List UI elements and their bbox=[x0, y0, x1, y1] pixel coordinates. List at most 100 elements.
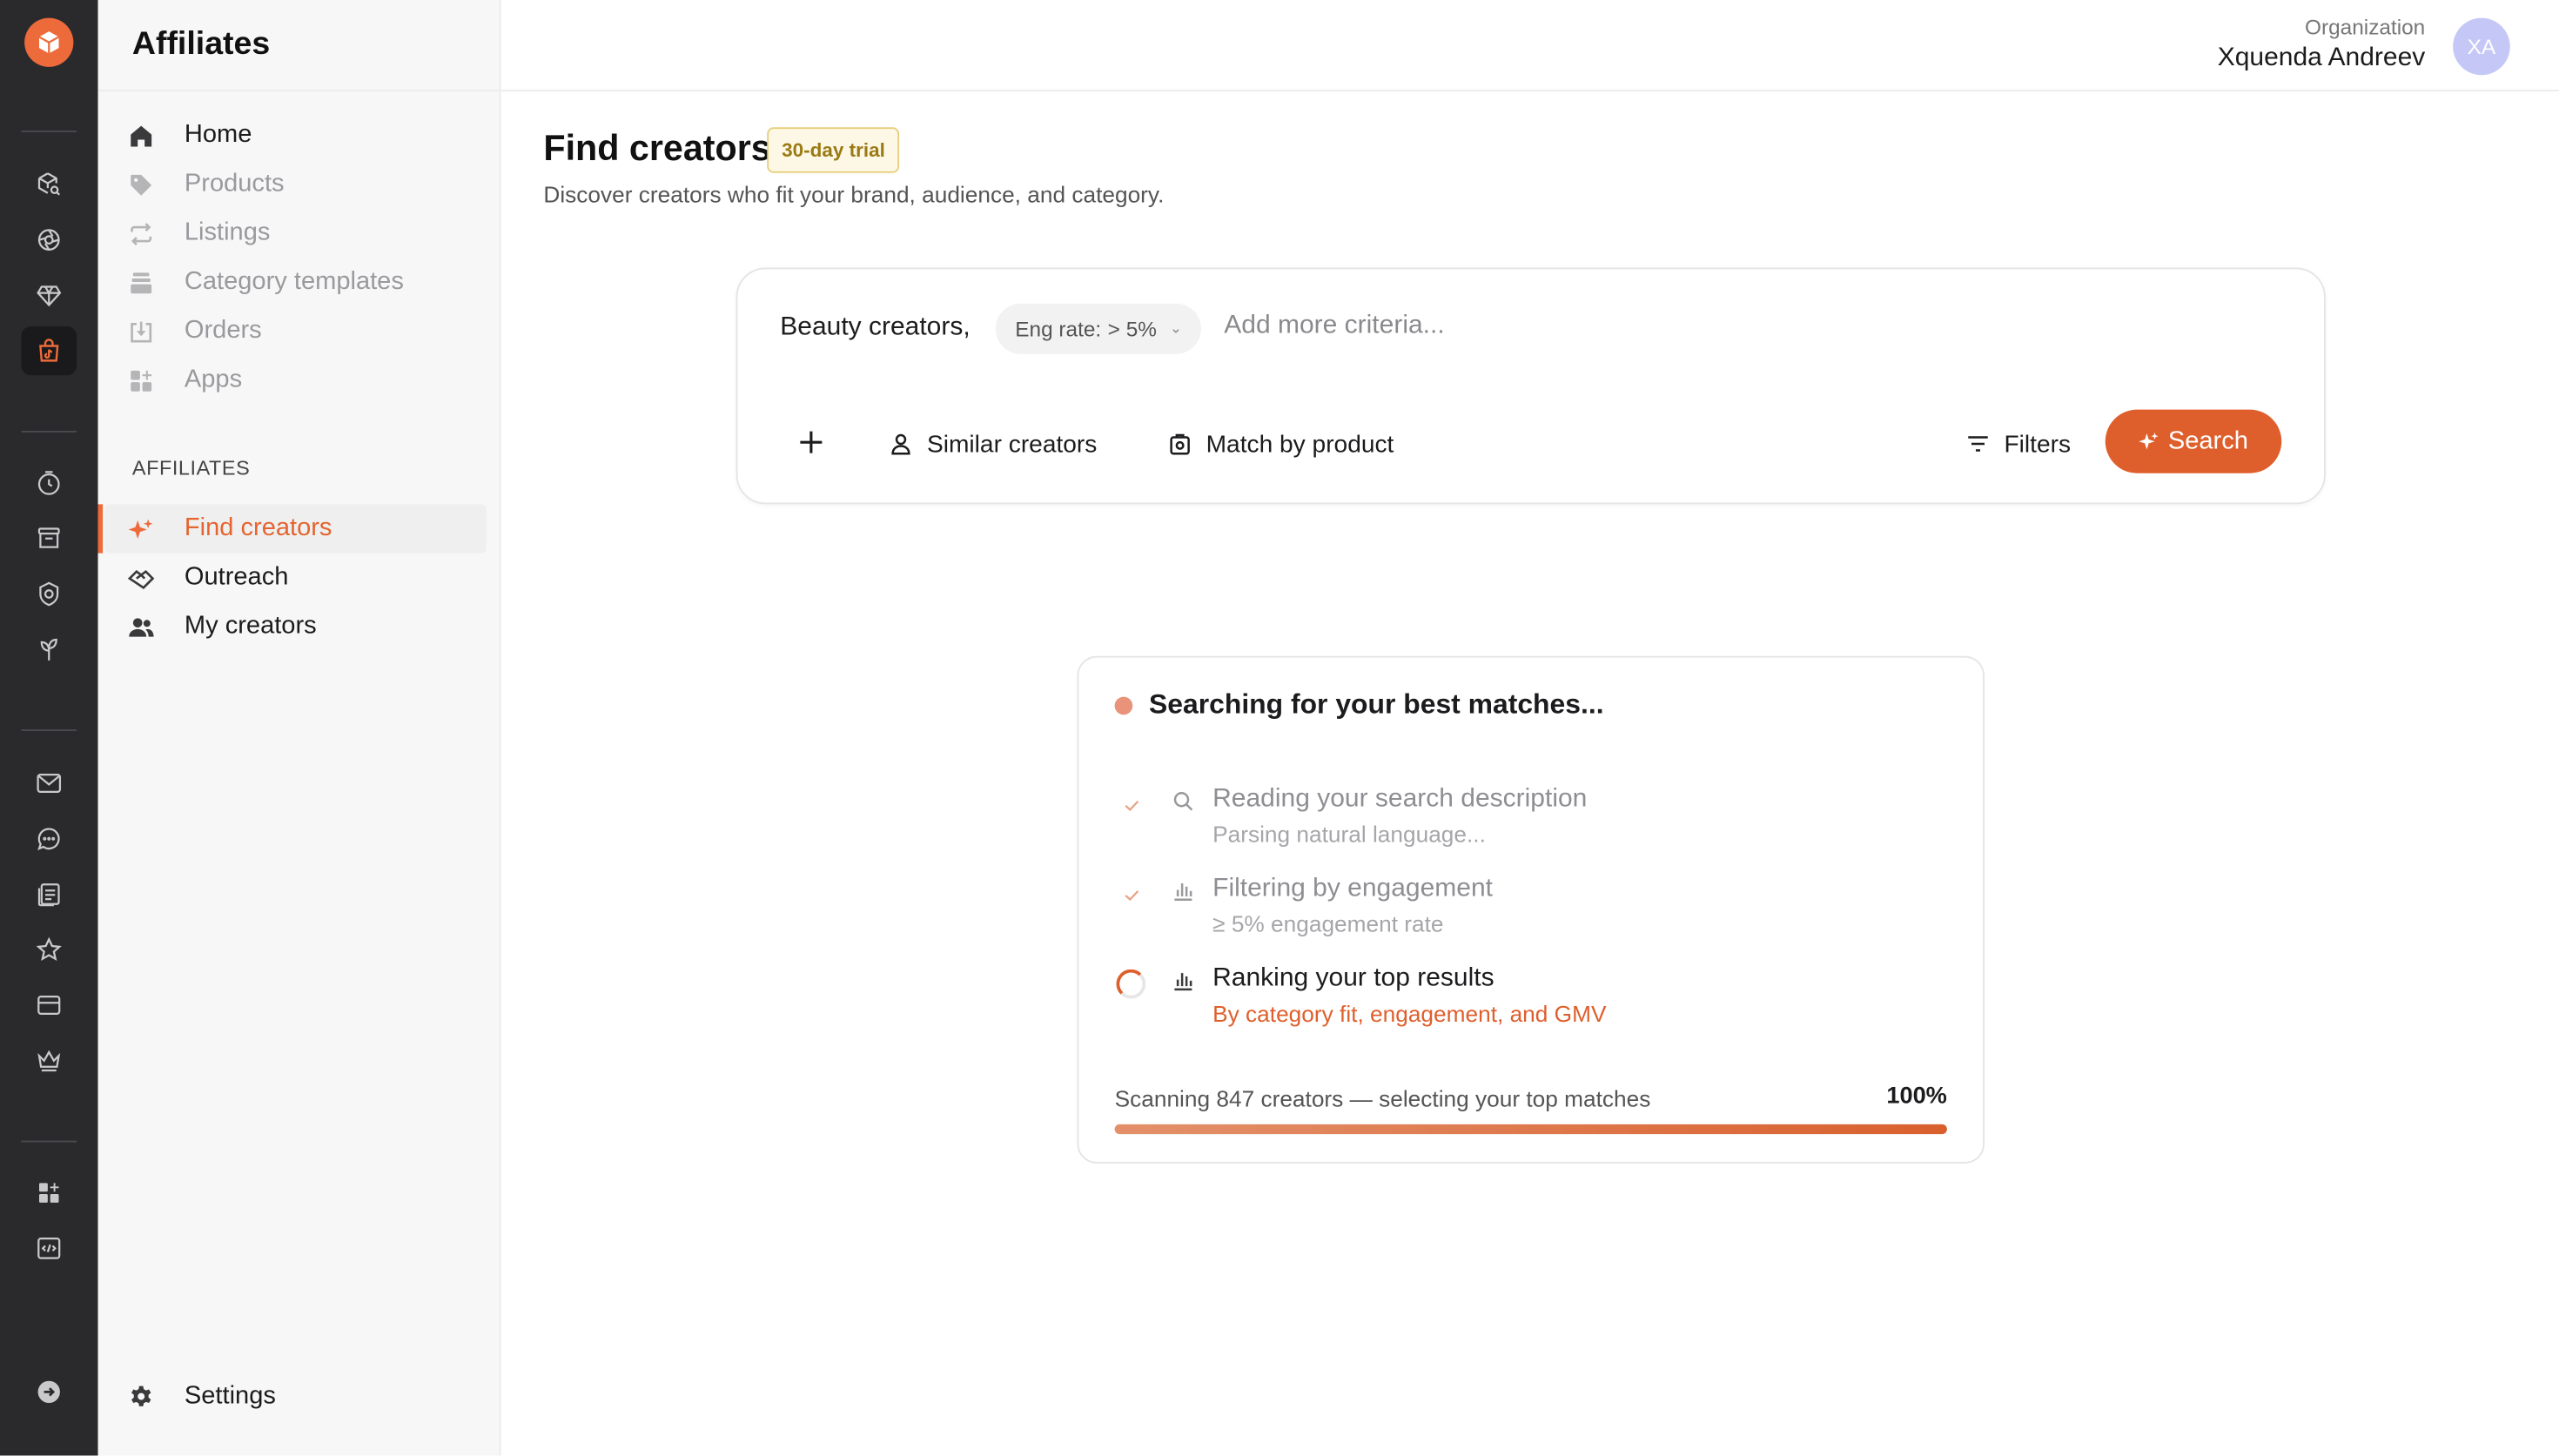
shopping-bag-icon[interactable] bbox=[21, 326, 77, 376]
progress-percent: 100% bbox=[1886, 1084, 1947, 1110]
code-icon[interactable] bbox=[21, 1224, 77, 1272]
step-label: Ranking your top results bbox=[1212, 964, 1494, 992]
chip-label: Eng rate: bbox=[1015, 316, 1102, 341]
spinner-icon bbox=[1115, 968, 1148, 1001]
org-label: Organization bbox=[2305, 14, 2426, 39]
step-label: Filtering by engagement bbox=[1212, 875, 1493, 902]
sidebar-item-label: Orders bbox=[184, 316, 262, 345]
tag-icon bbox=[124, 168, 158, 201]
sidebar-item-label: Find creators bbox=[184, 513, 332, 542]
sidebar-item-settings[interactable]: Settings bbox=[104, 1372, 487, 1421]
progress-step: Reading your search description Parsing … bbox=[1115, 785, 1947, 867]
trial-badge: 30-day trial bbox=[767, 127, 900, 173]
search-panel: Beauty creators, Eng rate: > 5% ⌄ Simila… bbox=[735, 267, 2326, 505]
plant-icon[interactable] bbox=[21, 625, 77, 674]
document-icon[interactable] bbox=[21, 869, 77, 918]
brand-logo-icon[interactable] bbox=[24, 17, 74, 67]
progress-bar-fill bbox=[1114, 1124, 1947, 1135]
sidebar: Affiliates Home Products Listings Catego… bbox=[97, 0, 501, 1456]
users-icon bbox=[124, 610, 158, 643]
chevron-down-icon: ⌄ bbox=[1169, 319, 1183, 337]
card-icon[interactable] bbox=[21, 981, 77, 1030]
add-button[interactable] bbox=[793, 425, 829, 460]
cube-search-icon[interactable] bbox=[21, 160, 77, 209]
app-window: Affiliates Home Products Listings Catego… bbox=[0, 0, 2559, 1456]
sidebar-item-apps[interactable]: Apps bbox=[104, 356, 487, 405]
avatar[interactable]: XA bbox=[2453, 17, 2510, 76]
org-name[interactable]: Xquenda Andreev bbox=[2218, 44, 2426, 74]
sidebar-divider bbox=[97, 90, 500, 91]
mail-icon[interactable] bbox=[21, 759, 77, 808]
section-label-affiliates: AFFILIATES bbox=[131, 457, 251, 480]
filters-button[interactable]: Filters bbox=[1965, 419, 2072, 468]
sidebar-item-label: Outreach bbox=[184, 562, 289, 591]
criteria-chip[interactable]: Eng rate: > 5% ⌄ bbox=[995, 303, 1202, 354]
gear-icon bbox=[124, 1380, 158, 1413]
bar-chart-icon bbox=[1174, 973, 1192, 991]
sidebar-item-orders[interactable]: Orders bbox=[104, 307, 487, 356]
bar-chart-icon bbox=[1174, 883, 1192, 901]
header-divider bbox=[499, 90, 2559, 91]
diamond-icon[interactable] bbox=[21, 271, 77, 319]
status-dot bbox=[1114, 696, 1133, 715]
search-progress-card: Searching for your best matches... Readi… bbox=[1077, 655, 1985, 1164]
apps-add-icon[interactable] bbox=[21, 1169, 77, 1218]
scan-status-text: Scanning 847 creators — selecting your t… bbox=[1114, 1084, 1651, 1111]
shield-icon[interactable] bbox=[21, 569, 77, 618]
sidebar-item-label: Listings bbox=[184, 218, 271, 247]
sidebar-item-label: Settings bbox=[184, 1382, 276, 1410]
app-rail bbox=[0, 0, 98, 1456]
crown-icon[interactable] bbox=[21, 1037, 77, 1085]
match-by-product-label: Match by product bbox=[1206, 430, 1394, 458]
chip-value: > 5% bbox=[1107, 316, 1157, 341]
repeat-icon bbox=[124, 217, 158, 250]
product-box-icon bbox=[1170, 433, 1190, 455]
star-icon[interactable] bbox=[21, 925, 77, 974]
sidebar-item-my-creators[interactable]: My creators bbox=[104, 602, 487, 651]
checkmark-icon bbox=[1115, 788, 1148, 822]
filters-label: Filters bbox=[2004, 430, 2072, 458]
sidebar-item-category-templates[interactable]: Category templates bbox=[104, 258, 487, 306]
sidebar-item-label: My creators bbox=[184, 612, 317, 640]
step-label: Reading your search description bbox=[1212, 784, 1588, 813]
step-subtext: ≥ 5% engagement rate bbox=[1212, 910, 1444, 937]
sidebar-item-listings[interactable]: Listings bbox=[104, 209, 487, 258]
arrow-circle-icon[interactable] bbox=[21, 1367, 77, 1416]
sidebar-item-label: Category templates bbox=[184, 267, 404, 296]
progress-step: Filtering by engagement ≥ 5% engagement … bbox=[1115, 875, 1947, 956]
sidebar-item-products[interactable]: Products bbox=[104, 160, 487, 209]
similar-creators-label: Similar creators bbox=[927, 430, 1098, 458]
step-subtext: Parsing natural language... bbox=[1212, 821, 1486, 848]
handshake-icon bbox=[124, 561, 158, 594]
progress-step: Ranking your top results By category fit… bbox=[1115, 964, 1947, 1046]
aperture-icon[interactable] bbox=[21, 216, 77, 265]
home-icon bbox=[124, 119, 158, 152]
plus-icon bbox=[800, 431, 823, 453]
download-box-icon bbox=[124, 315, 158, 348]
user-icon bbox=[891, 433, 910, 455]
progress-bar bbox=[1114, 1124, 1947, 1135]
progress-title: Searching for your best matches... bbox=[1149, 688, 1604, 720]
chat-icon[interactable] bbox=[21, 815, 77, 863]
match-by-product-button[interactable]: Match by product bbox=[1167, 419, 1394, 468]
sparkle-icon bbox=[124, 513, 158, 546]
query-text[interactable]: Beauty creators, bbox=[780, 313, 970, 343]
sidebar-item-home[interactable]: Home bbox=[104, 111, 487, 160]
rail-divider bbox=[21, 1140, 77, 1143]
page-title: Find creators bbox=[543, 127, 771, 169]
rail-divider bbox=[21, 131, 77, 132]
criteria-input[interactable] bbox=[1224, 312, 1877, 341]
search-button[interactable]: Search bbox=[2105, 409, 2282, 473]
sidebar-item-label: Products bbox=[184, 170, 285, 198]
archive-icon[interactable] bbox=[21, 514, 77, 563]
page-subtitle: Discover creators who fit your brand, au… bbox=[543, 181, 1165, 208]
sidebar-item-outreach[interactable]: Outreach bbox=[104, 554, 487, 602]
app-title: Affiliates bbox=[131, 26, 271, 63]
sidebar-item-label: Apps bbox=[184, 366, 243, 393]
sidebar-item-label: Home bbox=[184, 120, 252, 149]
similar-creators-button[interactable]: Similar creators bbox=[888, 419, 1097, 468]
search-button-label: Search bbox=[2167, 426, 2248, 455]
sidebar-item-find-creators[interactable]: Find creators bbox=[97, 504, 487, 554]
clock-icon[interactable] bbox=[21, 459, 77, 507]
sparkle-icon bbox=[2139, 433, 2159, 450]
